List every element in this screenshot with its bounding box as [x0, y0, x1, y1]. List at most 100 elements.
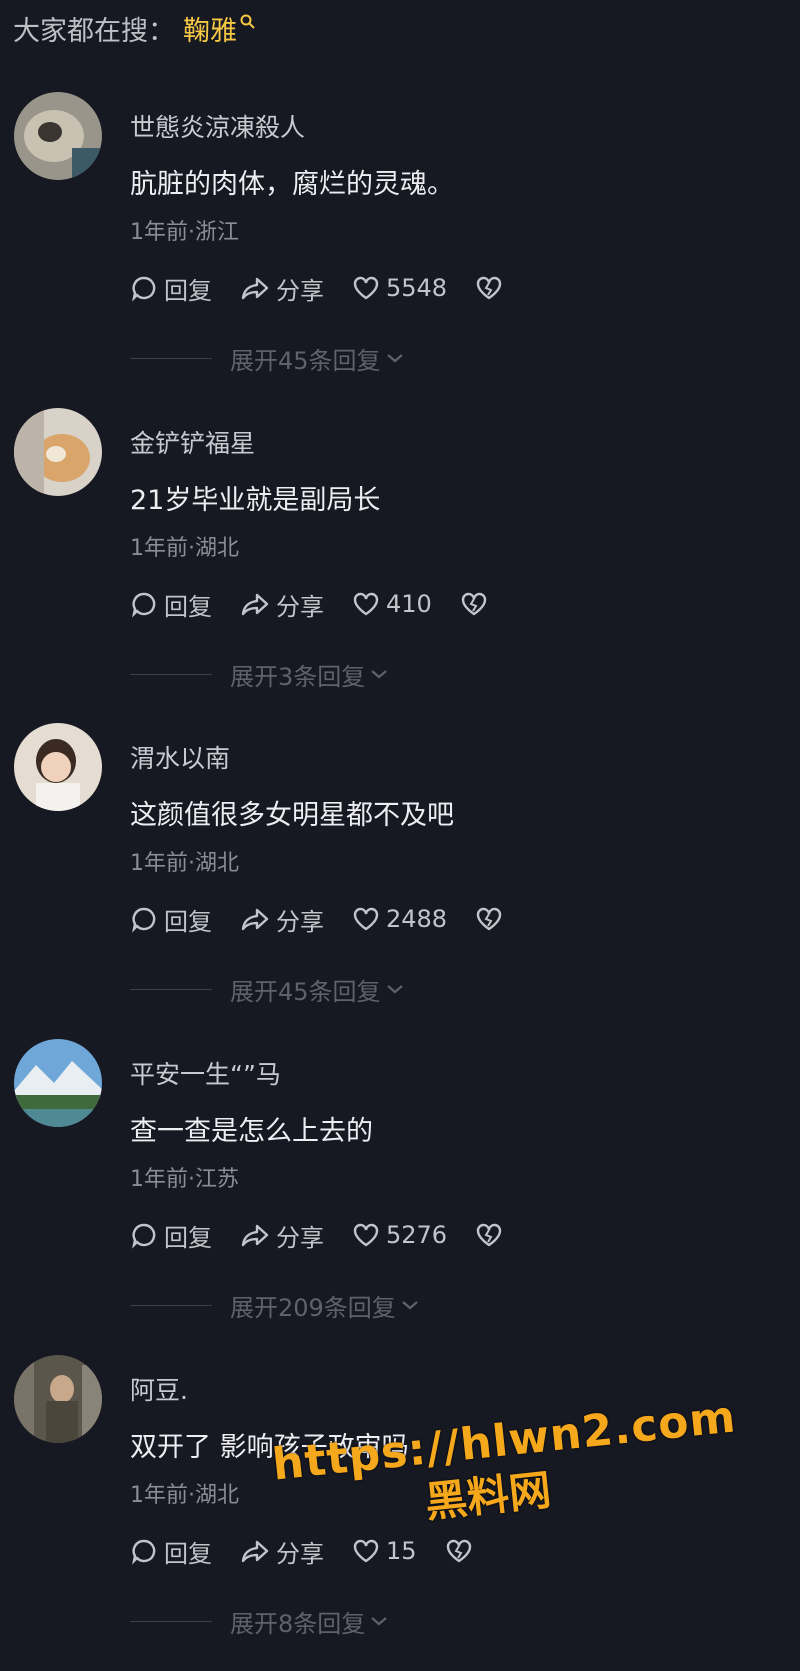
search-term-link[interactable]: 鞠雅 [183, 9, 237, 48]
avatar[interactable] [14, 1355, 102, 1443]
share-label: 分享 [276, 907, 324, 936]
dislike-button[interactable] [475, 1222, 503, 1248]
comment-meta: 1年前·浙江 [130, 220, 239, 245]
avatar[interactable] [14, 1039, 102, 1127]
avatar[interactable] [14, 408, 102, 496]
share-label: 分享 [276, 276, 324, 305]
like-button[interactable]: 15 [352, 1537, 417, 1565]
chevron-down-icon [386, 354, 403, 363]
share-button[interactable]: 分享 [240, 271, 324, 306]
username[interactable]: 平安一生“”马 [130, 1055, 281, 1091]
like-button[interactable]: 5276 [352, 1221, 447, 1249]
comment-item: 渭水以南 这颜值很多女明星都不及吧 1年前·湖北 回复 分享 2488 展开45… [0, 723, 800, 1039]
share-icon [241, 1540, 269, 1563]
expand-replies-label: 展开45条回复 [230, 977, 381, 1006]
username[interactable]: 金铲铲福星 [130, 424, 255, 460]
like-button[interactable]: 2488 [352, 905, 447, 933]
heart-icon [353, 1539, 379, 1563]
divider [130, 673, 212, 675]
comment-text: 这颜值很多女明星都不及吧 [130, 800, 454, 831]
comment-item: 金铲铲福星 21岁毕业就是副局长 1年前·湖北 回复 分享 410 展开3条回复 [0, 408, 800, 724]
broken-heart-icon [476, 907, 502, 931]
reply-icon [132, 1223, 156, 1249]
reply-label: 回复 [164, 1539, 212, 1568]
expand-replies-button[interactable]: 展开3条回复 [130, 658, 389, 691]
comment-meta: 1年前·湖北 [130, 1483, 239, 1508]
expand-replies-label: 展开3条回复 [230, 662, 366, 691]
comment-text: 21岁毕业就是副局长 [130, 485, 381, 516]
comment-item: 世態炎涼凍殺人 肮脏的肉体，腐烂的灵魂。 1年前·浙江 回复 分享 5548 展… [0, 92, 800, 408]
expand-replies-button[interactable]: 展开209条回复 [130, 1289, 420, 1322]
like-button[interactable]: 5548 [352, 274, 447, 302]
broken-heart-icon [446, 1539, 471, 1563]
share-icon [241, 1224, 269, 1247]
divider [130, 357, 212, 359]
heart-icon [353, 276, 379, 300]
reply-button[interactable]: 回复 [130, 587, 212, 622]
reply-label: 回复 [164, 907, 212, 936]
like-count: 5548 [386, 274, 448, 302]
like-count: 2488 [386, 905, 448, 933]
chevron-down-icon [402, 1301, 418, 1310]
reply-button[interactable]: 回复 [130, 1218, 212, 1253]
search-prefix: 大家都在搜： [13, 15, 175, 47]
comment-actions: 回复 分享 2488 [130, 901, 503, 937]
share-button[interactable]: 分享 [240, 587, 324, 622]
share-button[interactable]: 分享 [240, 1218, 324, 1253]
share-icon [241, 593, 269, 616]
username[interactable]: 渭水以南 [130, 739, 230, 775]
reply-icon [132, 592, 156, 618]
expand-replies-button[interactable]: 展开45条回复 [130, 973, 405, 1006]
reply-label: 回复 [164, 592, 212, 621]
expand-replies-button[interactable]: 展开45条回复 [130, 342, 405, 375]
reply-button[interactable]: 回复 [130, 902, 212, 937]
search-icon [239, 7, 257, 29]
avatar[interactable] [14, 723, 102, 811]
comment-text: 肮脏的肉体，腐烂的灵魂。 [130, 169, 454, 200]
like-button[interactable]: 410 [352, 590, 432, 618]
reply-icon [132, 907, 156, 933]
comment-item: 平安一生“”马 查一查是怎么上去的 1年前·江苏 回复 分享 5276 展开20… [0, 1039, 800, 1355]
share-button[interactable]: 分享 [240, 902, 324, 937]
dislike-button[interactable] [460, 591, 488, 617]
username[interactable]: 世態炎涼凍殺人 [130, 108, 305, 144]
expand-replies-label: 展开8条回复 [230, 1609, 366, 1638]
reply-icon [132, 276, 156, 302]
share-icon [241, 908, 269, 931]
comment-actions: 回复 分享 5548 [130, 270, 503, 306]
dislike-button[interactable] [445, 1538, 473, 1564]
dislike-button[interactable] [475, 906, 503, 932]
expand-replies-button[interactable]: 展开8条回复 [130, 1605, 389, 1638]
chevron-down-icon [371, 670, 387, 679]
heart-icon [353, 1223, 379, 1247]
comment-text: 查一查是怎么上去的 [130, 1116, 373, 1147]
reply-button[interactable]: 回复 [130, 271, 212, 306]
expand-replies-label: 展开209条回复 [230, 1293, 396, 1322]
divider [130, 988, 212, 990]
like-count: 5276 [386, 1221, 448, 1249]
broken-heart-icon [476, 276, 502, 300]
reply-label: 回复 [164, 1223, 212, 1252]
reply-button[interactable]: 回复 [130, 1534, 212, 1569]
expand-replies-label: 展开45条回复 [230, 346, 381, 375]
divider [130, 1304, 212, 1306]
heart-icon [353, 592, 379, 616]
dislike-button[interactable] [475, 275, 503, 301]
broken-heart-icon [476, 1223, 502, 1247]
share-label: 分享 [276, 592, 324, 621]
share-icon [241, 277, 269, 300]
share-label: 分享 [276, 1223, 324, 1252]
search-suggestion-bar[interactable]: 大家都在搜： 鞠雅 [13, 8, 257, 48]
heart-icon [353, 907, 379, 931]
reply-label: 回复 [164, 276, 212, 305]
comment-actions: 回复 分享 410 [130, 586, 488, 622]
comment-meta: 1年前·湖北 [130, 536, 239, 561]
username[interactable]: 阿豆. [130, 1371, 188, 1407]
broken-heart-icon [461, 592, 487, 616]
like-count: 410 [386, 590, 432, 618]
divider [130, 1620, 212, 1622]
like-count: 15 [386, 1537, 417, 1565]
avatar[interactable] [14, 92, 102, 180]
chevron-down-icon [371, 1617, 387, 1626]
comment-meta: 1年前·湖北 [130, 851, 239, 876]
